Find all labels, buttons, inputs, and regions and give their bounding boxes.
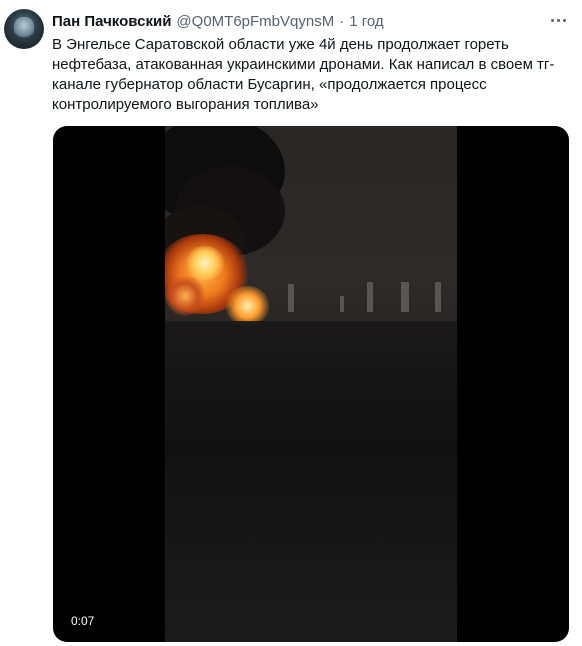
tweet-text-line: контролируемого выгорания топлива» [52,96,319,113]
tweet-text-line: канале губернатор области Бусаргин, «про… [52,76,487,93]
author-name[interactable]: Пан Пачковский [52,12,171,32]
more-horizontal-icon[interactable] [546,10,570,30]
tweet-text: В Энгельсе Саратовской области уже 4й де… [52,35,562,115]
avatar[interactable] [4,9,44,49]
video-frame[interactable] [165,126,457,642]
video-duration: 0:07 [71,614,95,628]
video-player[interactable]: 0:07 [53,126,569,642]
author-handle[interactable]: @Q0MT6pFmbVqynsM [176,12,334,32]
tweet-header: Пан Пачковский @Q0MT6pFmbVqynsM · 1 год [52,12,542,32]
separator-dot: · [339,13,345,30]
tweet-text-line: В Энгельсе Саратовской области уже 4й де… [52,36,509,53]
tweet-timestamp[interactable]: 1 год [349,12,383,32]
tweet-text-line: нефтебаза, атакованная украинскими дрона… [52,56,555,73]
